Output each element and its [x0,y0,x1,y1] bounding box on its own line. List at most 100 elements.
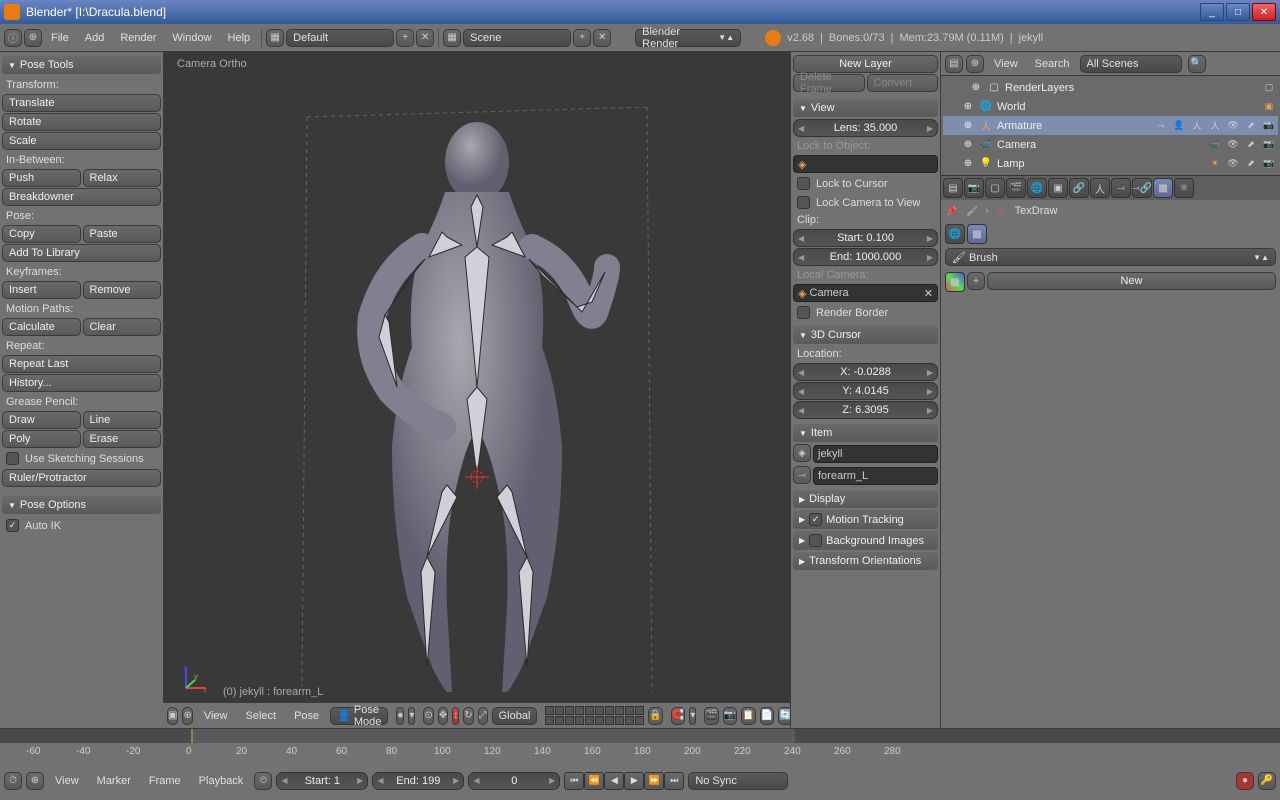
scale-button[interactable]: Scale [2,132,161,150]
poly-button[interactable]: Poly [2,430,81,448]
gl-render-icon[interactable]: 📷 [723,707,737,725]
translate-manip-icon[interactable]: ↕ [452,707,459,725]
pose-menu[interactable]: Pose [287,707,326,725]
scale-manip-icon[interactable]: ⤢ [478,707,488,725]
mode-dropdown[interactable]: 👤 Pose Mode [330,707,388,725]
motion-track-header[interactable]: ▶✓Motion Tracking [793,510,938,529]
repeat-last-button[interactable]: Repeat Last [2,355,161,373]
menu-add[interactable]: Add [78,29,112,47]
collapse-icon[interactable]: ⊕ [182,707,192,725]
engine-dropdown[interactable]: Blender Render▼▲ [635,29,741,47]
tab-layers-icon[interactable]: ▢ [985,178,1005,198]
timeline-frame-menu[interactable]: Frame [142,772,188,790]
props-type-icon[interactable]: ▤ [943,178,963,198]
translate-button[interactable]: Translate [2,94,161,112]
bgimg-panel-header[interactable]: ▶Background Images [793,531,938,550]
menu-file[interactable]: File [44,29,76,47]
orientation-dropdown[interactable]: Global [492,707,538,725]
delete-frame-button[interactable]: Delete Frame [793,74,865,92]
auto-keyframe-icon[interactable]: ● [1236,772,1254,790]
new-texture-button[interactable]: New [987,272,1276,290]
pivot-icon[interactable]: ⊙ [423,707,433,725]
keyframe-prev-icon[interactable]: ⏪ [584,772,604,790]
outliner-filter-dropdown[interactable]: All Scenes [1080,55,1182,73]
item-panel-header[interactable]: ▼Item [793,424,938,442]
menu-window[interactable]: Window [165,29,218,47]
lock-camera-checkbox[interactable]: Lock Camera to View [793,193,938,212]
current-frame-field[interactable]: ◀0▶ [468,772,560,790]
clip-end-field[interactable]: ◀End: 1000.000▶ [793,248,938,266]
menu-collapse-icon[interactable]: ⊕ [24,29,42,47]
end-frame-field[interactable]: ◀End: 199▶ [372,772,464,790]
rotate-button[interactable]: Rotate [2,113,161,131]
select-menu[interactable]: Select [239,707,284,725]
cursor-y-field[interactable]: ◀Y: 4.0145▶ [793,382,938,400]
lens-field[interactable]: ◀Lens: 35.000▶ [793,119,938,137]
cursor-z-field[interactable]: ◀Z: 6.3095▶ [793,401,938,419]
timeline-marker-menu[interactable]: Marker [90,772,138,790]
menu-help[interactable]: Help [221,29,258,47]
search-icon[interactable]: 🔍 [1188,55,1206,73]
relax-button[interactable]: Relax [83,169,162,187]
editor-type-3dview-icon[interactable]: ▣ [167,707,178,725]
draw-button[interactable]: Draw [2,411,81,429]
manipulator-icon[interactable]: ✥ [438,707,448,725]
tab-bone-icon[interactable]: ⤙ [1111,178,1131,198]
timeline[interactable]: -60-40-200204060801001201401601802002202… [0,728,1280,766]
play-reverse-icon[interactable]: ◀ [604,772,624,790]
breakdowner-button[interactable]: Breakdowner [2,188,161,206]
shading-icon[interactable]: ● [396,707,404,725]
transorient-panel-header[interactable]: ▶Transform Orientations [793,552,938,570]
brush-dropdown[interactable]: 🖌 Brush▼▲ [945,248,1276,266]
cursor-panel-header[interactable]: ▼3D Cursor [793,326,938,344]
start-frame-field[interactable]: ◀Start: 1▶ [276,772,368,790]
object-name-field[interactable]: jekyll [813,445,938,463]
outliner-view-menu[interactable]: View [987,55,1025,73]
screen-browse-icon[interactable]: ▦ [266,29,284,47]
tab-texture-icon[interactable]: ▩ [1153,178,1173,198]
lock-icon[interactable]: 🔒 [648,707,662,725]
localcam-field[interactable]: ◈ Camera✕ [793,284,938,302]
tex-add-button[interactable]: + [967,272,985,290]
sketch-checkbox[interactable]: Use Sketching Sessions [2,449,161,468]
timeline-view-menu[interactable]: View [48,772,86,790]
lockto-field[interactable]: ◈ [793,155,938,173]
rotate-manip-icon[interactable]: ↻ [463,707,473,725]
menu-render[interactable]: Render [113,29,163,47]
cursor-x-field[interactable]: ◀X: -0.0288▶ [793,363,938,381]
addlib-button[interactable]: Add To Library [2,244,161,262]
editor-type-icon[interactable]: ⓘ [4,29,22,47]
history-button[interactable]: History... [2,374,161,392]
erase-button[interactable]: Erase [83,430,162,448]
timeline-collapse-icon[interactable]: ⊕ [26,772,44,790]
3d-viewport[interactable]: Camera Ortho [163,52,790,728]
tex-context-brush-icon[interactable]: ▩ [967,224,987,244]
display-panel-header[interactable]: ▶Display [793,490,938,508]
view-panel-header[interactable]: ▼View [793,99,938,117]
outliner-collapse-icon[interactable]: ⊕ [966,55,984,73]
shading-menu-icon[interactable]: ▾ [408,707,415,725]
tex-context-world-icon[interactable]: 🌐 [945,224,965,244]
convert-button[interactable]: Convert [867,74,939,92]
tab-constraint-icon[interactable]: 🔗 [1069,178,1089,198]
copy-button[interactable]: Copy [2,225,81,243]
keyframe-next-icon[interactable]: ⏩ [644,772,664,790]
jump-end-icon[interactable]: ⏭ [664,772,684,790]
clear-button[interactable]: Clear [83,318,162,336]
tab-world-icon[interactable]: 🌐 [1027,178,1047,198]
outliner-tree[interactable]: ⊕▢RenderLayers▢ ⊕🌐World▣ ⊕人Armature⤙👤人人👁… [941,76,1280,175]
outliner-search-menu[interactable]: Search [1028,55,1077,73]
lock-cursor-checkbox[interactable]: Lock to Cursor [793,174,938,193]
play-icon[interactable]: ▶ [624,772,644,790]
bone-name-field[interactable]: forearm_L [813,467,938,485]
layout-dropdown[interactable]: Default [286,29,394,47]
tex-slot-icon[interactable]: ▩ [945,272,965,292]
push-button[interactable]: Push [2,169,81,187]
pose-options-header[interactable]: ▼Pose Options [2,496,161,514]
scene-del-button[interactable]: ✕ [593,29,611,47]
autoik-checkbox[interactable]: ✓Auto IK [2,516,161,535]
pin-icon[interactable]: 📌 [945,204,959,218]
layers-grid[interactable] [545,706,644,725]
tab-object-icon[interactable]: ▣ [1048,178,1068,198]
keying-set-icon[interactable]: 🔑 [1258,772,1276,790]
